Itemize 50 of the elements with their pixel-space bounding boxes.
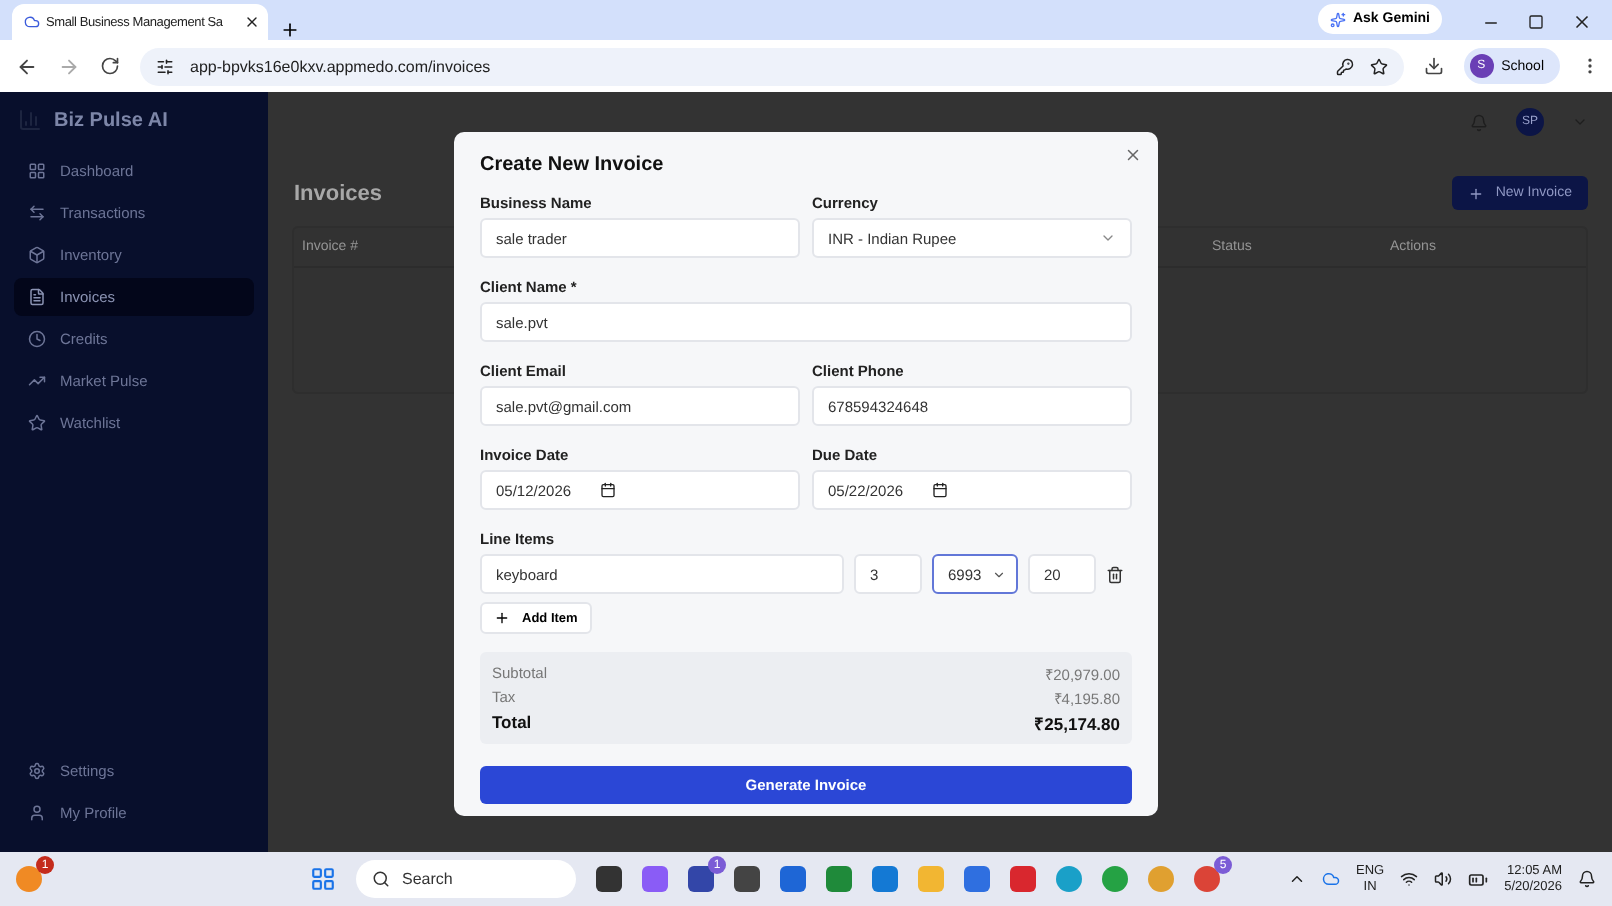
close-tab-icon[interactable] bbox=[244, 14, 260, 30]
bookmark-star-icon[interactable] bbox=[1369, 57, 1388, 75]
notifications-icon[interactable] bbox=[1578, 870, 1596, 888]
search-icon bbox=[371, 870, 390, 888]
wifi-icon[interactable] bbox=[1400, 870, 1419, 888]
tray-chevron-icon[interactable] bbox=[1287, 870, 1306, 888]
reload-icon[interactable] bbox=[100, 56, 120, 76]
close-icon bbox=[1124, 146, 1142, 164]
box-icon bbox=[28, 246, 46, 264]
star-icon bbox=[28, 414, 46, 432]
chevron-icon bbox=[1100, 230, 1116, 246]
arrows-icon bbox=[28, 204, 46, 222]
document-icon bbox=[28, 288, 46, 306]
site-icon bbox=[24, 14, 40, 30]
address-bar[interactable]: app-bpvks16e0kxv.appmedo.com/invoices bbox=[140, 47, 1404, 85]
search-field[interactable]: Search bbox=[355, 860, 576, 898]
key-icon[interactable] bbox=[1335, 57, 1354, 75]
spinner-icon[interactable] bbox=[992, 567, 1006, 581]
trend-icon bbox=[28, 372, 46, 390]
start-icon[interactable] bbox=[309, 866, 336, 892]
maximize-icon[interactable] bbox=[1528, 14, 1544, 30]
cloud-icon[interactable] bbox=[1321, 870, 1340, 888]
brand-name: Biz Pulse AI bbox=[54, 109, 168, 131]
grid-icon bbox=[28, 162, 46, 180]
volume-icon[interactable] bbox=[1434, 870, 1453, 888]
battery-icon[interactable] bbox=[1468, 869, 1489, 889]
sparkle-icon bbox=[1330, 11, 1347, 27]
app-icon[interactable] bbox=[16, 866, 42, 892]
clock-icon bbox=[28, 330, 46, 348]
calendar-icon[interactable] bbox=[931, 482, 948, 498]
download-icon[interactable] bbox=[1423, 56, 1444, 76]
plus-icon bbox=[494, 610, 510, 626]
app-icon[interactable] bbox=[687, 866, 714, 892]
plus-icon bbox=[1467, 185, 1484, 201]
app-icon[interactable] bbox=[733, 866, 760, 892]
page-title: Invoices bbox=[294, 181, 383, 205]
settings-icon bbox=[28, 762, 46, 780]
site-settings-icon[interactable] bbox=[156, 57, 174, 75]
delete-icon[interactable] bbox=[1106, 565, 1124, 583]
calendar-icon[interactable] bbox=[599, 482, 616, 498]
summary-value: ₹25,174.80 bbox=[1034, 712, 1120, 734]
dialog-title: Create New Invoice bbox=[480, 154, 666, 176]
app-icon[interactable] bbox=[595, 866, 622, 892]
summary-label: Total bbox=[492, 712, 532, 734]
user-icon bbox=[28, 804, 46, 822]
new-tab-icon[interactable] bbox=[280, 20, 300, 40]
close-icon[interactable] bbox=[1572, 12, 1592, 32]
close-button[interactable] bbox=[1124, 146, 1142, 164]
back-icon[interactable] bbox=[16, 55, 38, 77]
app-icon[interactable] bbox=[779, 866, 806, 892]
